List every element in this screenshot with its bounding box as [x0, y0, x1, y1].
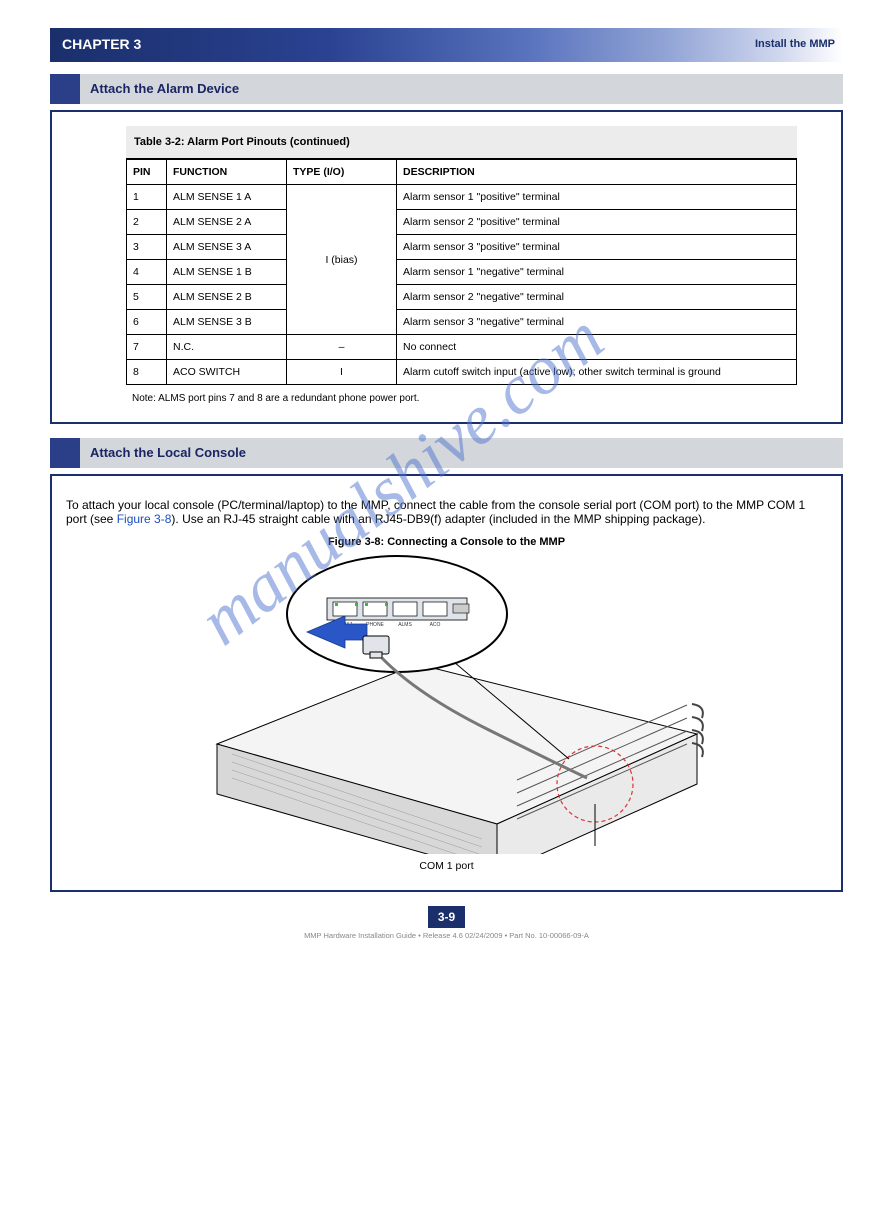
table-row: 5ALM SENSE 2 B Alarm sensor 2 "negative" … [127, 285, 797, 310]
cell-description: Alarm sensor 3 "positive" terminal [397, 235, 797, 260]
cell-description: Alarm sensor 2 "negative" terminal [397, 285, 797, 310]
cell-function: ALM SENSE 2 B [167, 285, 287, 310]
section-marker [50, 74, 80, 104]
cell-function: ALM SENSE 2 A [167, 210, 287, 235]
table-row: 7N.C.–No connect [127, 335, 797, 360]
page-number: 3-9 [428, 906, 465, 928]
section-heading: Attach the Local Console [90, 445, 246, 460]
table-row: 2ALM SENSE 2 A Alarm sensor 2 "positive" … [127, 210, 797, 235]
figure-port-label: COM 1 port [66, 860, 827, 872]
cell-pin: 5 [127, 285, 167, 310]
table-row: 3ALM SENSE 3 A Alarm sensor 3 "positive" … [127, 235, 797, 260]
section-heading-bar: Attach the Alarm Device [50, 74, 843, 104]
cell-pin: 1 [127, 185, 167, 210]
cell-description: Alarm sensor 1 "positive" terminal [397, 185, 797, 210]
cell-function: ALM SENSE 3 B [167, 310, 287, 335]
cell-description: No connect [397, 335, 797, 360]
chapter-title: Install the MMP [755, 38, 835, 50]
section-heading: Attach the Alarm Device [90, 81, 239, 96]
table-header-row: PIN FUNCTION TYPE (I/O) DESCRIPTION [127, 160, 797, 185]
cell-function: N.C. [167, 335, 287, 360]
console-instructions: To attach your local console (PC/termina… [66, 498, 827, 526]
section-marker [50, 438, 80, 468]
cell-io: – [287, 335, 397, 360]
cell-pin: 8 [127, 360, 167, 385]
cell-function: ACO SWITCH [167, 360, 287, 385]
figure-caption: Figure 3-8: Connecting a Console to the … [66, 536, 827, 548]
cell-pin: 3 [127, 235, 167, 260]
svg-text:ALMS: ALMS [398, 622, 412, 628]
pinout-table: PIN FUNCTION TYPE (I/O) DESCRIPTION 1ALM… [126, 159, 797, 385]
chapter-banner: CHAPTER 3 Install the MMP [50, 28, 843, 62]
svg-text:PHONE: PHONE [366, 622, 384, 628]
chapter-number: CHAPTER 3 [62, 36, 141, 52]
cell-function: ALM SENSE 3 A [167, 235, 287, 260]
cell-description: Alarm sensor 1 "negative" terminal [397, 260, 797, 285]
cell-function: ALM SENSE 1 A [167, 185, 287, 210]
col-func-header: FUNCTION [167, 160, 287, 185]
col-pin-header: PIN [127, 160, 167, 185]
col-io-header: TYPE (I/O) [287, 160, 397, 185]
table-row: 1ALM SENSE 1 AI (bias)Alarm sensor 1 "po… [127, 185, 797, 210]
section-heading-bar: Attach the Local Console [50, 438, 843, 468]
footer-legal: MMP Hardware Installation Guide • Releas… [50, 931, 843, 940]
cell-pin: 7 [127, 335, 167, 360]
cell-description: Alarm sensor 3 "negative" terminal [397, 310, 797, 335]
hardware-illustration: COM 1 PHONE ALMS ACO [187, 554, 707, 854]
cell-io-merged: I (bias) [287, 185, 397, 335]
table-caption: Table 3-2: Alarm Port Pinouts (continued… [126, 126, 797, 159]
page-footer: 3-9 MMP Hardware Installation Guide • Re… [50, 906, 843, 940]
cell-description: Alarm cutoff switch input (active low); … [397, 360, 797, 385]
svg-text:ACO: ACO [429, 622, 440, 628]
console-panel: To attach your local console (PC/termina… [50, 474, 843, 892]
figure-crossref: Figure 3-8 [117, 512, 172, 526]
table-row: 8ACO SWITCHIAlarm cutoff switch input (a… [127, 360, 797, 385]
table-note: Note: ALMS port pins 7 and 8 are a redun… [132, 393, 797, 404]
col-desc-header: DESCRIPTION [397, 160, 797, 185]
table-row: 4ALM SENSE 1 B Alarm sensor 1 "negative" … [127, 260, 797, 285]
cell-description: Alarm sensor 2 "positive" terminal [397, 210, 797, 235]
table-row: 6ALM SENSE 3 B Alarm sensor 3 "negative" … [127, 310, 797, 335]
cell-function: ALM SENSE 1 B [167, 260, 287, 285]
cell-pin: 2 [127, 210, 167, 235]
pinout-panel: Table 3-2: Alarm Port Pinouts (continued… [50, 110, 843, 424]
cell-pin: 4 [127, 260, 167, 285]
cell-io: I [287, 360, 397, 385]
cell-pin: 6 [127, 310, 167, 335]
